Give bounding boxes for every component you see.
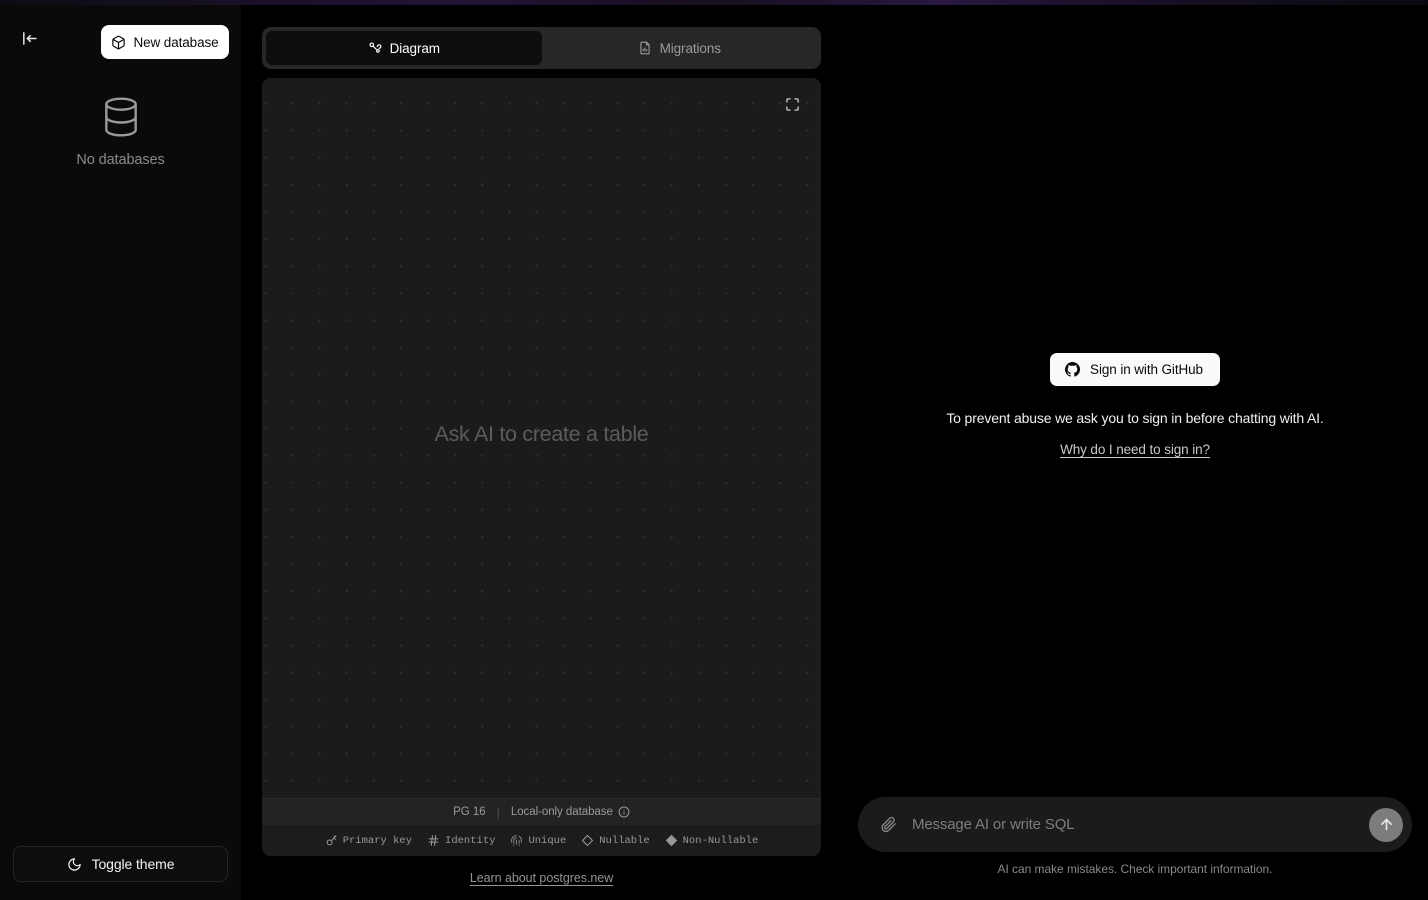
- canvas-empty-hint: Ask AI to create a table: [262, 422, 821, 447]
- status-divider: |: [497, 805, 500, 820]
- legend-item-nullable: Nullable: [581, 834, 649, 847]
- sidebar-footer: Toggle theme: [0, 846, 241, 900]
- database-status-bar: PG 16 | Local-only database: [262, 798, 821, 825]
- sign-in-github-label: Sign in with GitHub: [1090, 362, 1203, 377]
- new-database-button[interactable]: New database: [101, 25, 229, 59]
- github-icon: [1064, 361, 1081, 378]
- diagram-panel: Ask AI to create a table PG 16 | Local-o…: [262, 78, 821, 856]
- legend-label-primary-key: Primary key: [343, 835, 412, 847]
- legend-label-non-nullable: Non-Nullable: [683, 835, 759, 847]
- key-icon: [325, 834, 338, 847]
- tab-migrations-label: Migrations: [660, 41, 721, 56]
- legend-label-nullable: Nullable: [599, 835, 649, 847]
- tab-diagram-label: Diagram: [390, 41, 440, 56]
- collapse-left-icon: [21, 30, 38, 47]
- sign-in-with-github-button[interactable]: Sign in with GitHub: [1050, 353, 1220, 386]
- database-icon: [99, 95, 143, 139]
- fullscreen-icon: [785, 97, 800, 112]
- info-icon[interactable]: [618, 806, 630, 818]
- collapse-sidebar-button[interactable]: [16, 25, 42, 51]
- chat-disclaimer: AI can make mistakes. Check important in…: [842, 862, 1428, 876]
- moon-icon: [67, 857, 82, 872]
- chat-message-input[interactable]: [912, 797, 1357, 852]
- file-migration-icon: [638, 41, 652, 55]
- pg-version-label: PG 16: [453, 806, 485, 818]
- diamond-outline-icon: [581, 834, 594, 847]
- composer-box: [858, 797, 1412, 852]
- fingerprint-icon: [510, 834, 523, 847]
- workspace: Diagram Migrations: [241, 5, 842, 900]
- local-only-database: Local-only database: [511, 806, 630, 818]
- new-database-label: New database: [133, 35, 218, 50]
- hash-icon: [427, 834, 440, 847]
- attach-file-button[interactable]: [876, 813, 900, 837]
- diagram-canvas[interactable]: Ask AI to create a table: [262, 78, 821, 798]
- sidebar-spacer: [0, 168, 241, 846]
- sign-in-note: To prevent abuse we ask you to sign in b…: [946, 410, 1323, 426]
- send-message-button[interactable]: [1369, 808, 1403, 842]
- legend-label-unique: Unique: [528, 835, 566, 847]
- schema-link-icon: [368, 41, 382, 55]
- legend-item-unique: Unique: [510, 834, 566, 847]
- legend-item-primary-key: Primary key: [325, 834, 412, 847]
- learn-about-link[interactable]: Learn about postgres.new: [470, 871, 613, 885]
- diagram-legend: Primary key Identity: [262, 825, 821, 856]
- learn-more-row: Learn about postgres.new: [262, 856, 821, 900]
- why-sign-in-link[interactable]: Why do I need to sign in?: [1060, 442, 1210, 457]
- legend-label-identity: Identity: [445, 835, 495, 847]
- legend-item-non-nullable: Non-Nullable: [665, 834, 759, 847]
- paperclip-icon: [880, 816, 897, 833]
- fullscreen-button[interactable]: [780, 92, 804, 116]
- toggle-theme-button[interactable]: Toggle theme: [13, 846, 228, 882]
- box-icon: [111, 35, 126, 50]
- no-databases-label: No databases: [76, 152, 164, 168]
- sidebar: New database No databases Toggle theme: [0, 5, 241, 900]
- sidebar-header: New database: [0, 5, 241, 65]
- chat-composer: [858, 797, 1412, 852]
- chat-panel: Sign in with GitHub To prevent abuse we …: [842, 5, 1428, 900]
- local-only-label: Local-only database: [511, 806, 613, 818]
- legend-item-identity: Identity: [427, 834, 495, 847]
- sidebar-empty-state: No databases: [0, 95, 241, 168]
- toggle-theme-label: Toggle theme: [92, 856, 175, 872]
- tab-diagram[interactable]: Diagram: [266, 31, 542, 65]
- top-accent-bar: [0, 0, 1428, 5]
- app-root: New database No databases Toggle theme: [0, 0, 1428, 900]
- tab-migrations[interactable]: Migrations: [542, 31, 818, 65]
- diamond-filled-icon: [665, 834, 678, 847]
- arrow-up-icon: [1378, 816, 1395, 833]
- workspace-tabs: Diagram Migrations: [262, 27, 821, 69]
- chat-signin-block: Sign in with GitHub To prevent abuse we …: [842, 353, 1428, 457]
